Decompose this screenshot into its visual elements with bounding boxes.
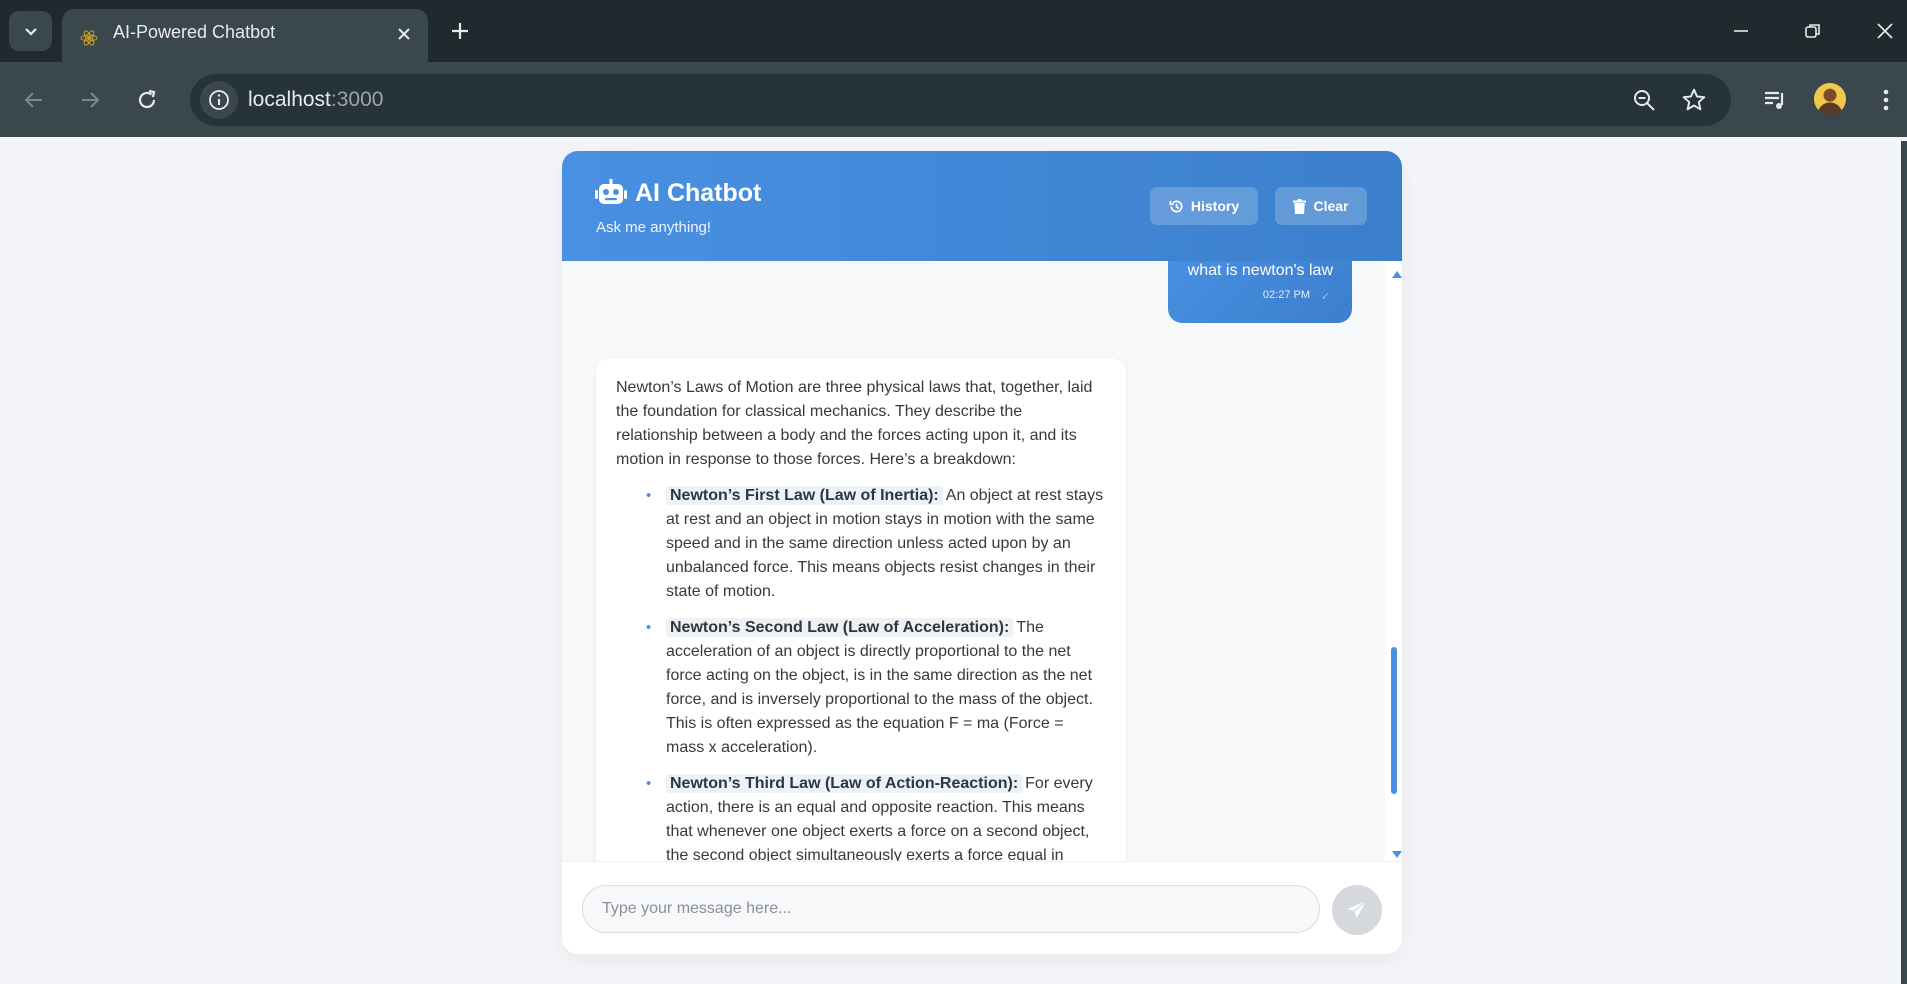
list-item: Newton’s Third Law (Law of Action-Reacti…	[646, 772, 1106, 861]
page-scrollbar[interactable]	[1901, 141, 1907, 984]
chat-header: AI Chatbot Ask me anything! History Clea…	[562, 151, 1402, 261]
history-label: History	[1190, 198, 1240, 214]
clear-label: Clear	[1313, 198, 1349, 214]
forward-button[interactable]	[72, 82, 108, 118]
list-item: Newton’s Second Law (Law of Acceleration…	[646, 616, 1106, 760]
history-icon	[1169, 199, 1183, 212]
tab-search-button[interactable]	[9, 11, 52, 51]
page-viewport: AI Chatbot Ask me anything! History Clea…	[0, 137, 1907, 984]
new-tab-button[interactable]	[445, 16, 475, 46]
paper-plane-icon	[1348, 900, 1367, 918]
user-message-text: what is newton's law	[1187, 262, 1333, 279]
tab-close-button[interactable]	[392, 22, 416, 46]
arrow-left-icon	[24, 92, 42, 108]
restore-icon	[1805, 24, 1820, 38]
browser-tab-bar: AI-Powered Chatbot	[0, 0, 1907, 62]
plus-icon	[452, 23, 468, 39]
profile-avatar[interactable]	[1814, 83, 1846, 115]
react-logo-icon	[80, 30, 98, 46]
message-input[interactable]	[582, 885, 1320, 933]
url-port: :3000	[330, 88, 384, 111]
trash-icon	[1293, 198, 1307, 214]
tab-title: AI-Powered Chatbot	[113, 22, 276, 42]
reload-button[interactable]	[129, 82, 165, 118]
browser-menu-button[interactable]	[1868, 82, 1904, 118]
message-scrollbar-thumb[interactable]	[1391, 647, 1397, 794]
site-info-button[interactable]	[200, 81, 238, 119]
list-item: Newton’s First Law (Law of Inertia):An o…	[646, 484, 1106, 604]
browser-tab[interactable]: AI-Powered Chatbot	[62, 9, 428, 62]
close-icon	[1877, 23, 1893, 39]
law-title: Newton’s Second Law (Law of Acceleration…	[666, 618, 1014, 637]
chat-window: AI Chatbot Ask me anything! History Clea…	[562, 151, 1402, 954]
star-icon	[1682, 88, 1706, 111]
chat-title: AI Chatbot	[635, 179, 762, 207]
bookmark-button[interactable]	[1680, 86, 1708, 114]
bot-message-intro: Newton’s Laws of Motion are three physic…	[616, 379, 1093, 468]
chevron-down-icon	[24, 28, 37, 36]
back-button[interactable]	[16, 82, 52, 118]
close-icon	[398, 28, 410, 40]
playlist-icon	[1765, 91, 1784, 109]
reload-icon	[138, 89, 156, 109]
user-message: what is newton's law 02:27 PM ✓	[1168, 261, 1352, 323]
url-host: localhost	[248, 88, 331, 111]
robot-icon	[595, 179, 627, 204]
minimize-icon	[1734, 30, 1748, 32]
law-list: Newton’s First Law (Law of Inertia):An o…	[616, 484, 1106, 861]
kebab-menu-icon	[1883, 89, 1889, 111]
window-close-button[interactable]	[1865, 14, 1905, 48]
zoom-out-icon	[1634, 90, 1655, 111]
address-bar[interactable]: localhost:3000	[190, 74, 1731, 126]
message-input-area	[562, 861, 1402, 954]
url-text: localhost:3000	[248, 88, 383, 112]
media-controls-button[interactable]	[1757, 82, 1793, 118]
chat-subtitle: Ask me anything!	[596, 219, 712, 236]
arrow-right-icon	[82, 92, 100, 108]
info-icon	[209, 90, 229, 110]
law-title: Newton’s Third Law (Law of Action-Reacti…	[666, 774, 1023, 793]
scroll-up-arrow-icon[interactable]	[1392, 271, 1402, 278]
minimize-button[interactable]	[1721, 14, 1761, 48]
scroll-down-arrow-icon[interactable]	[1392, 851, 1402, 858]
history-button[interactable]: History	[1150, 187, 1258, 225]
restore-button[interactable]	[1793, 14, 1833, 48]
clear-button[interactable]: Clear	[1275, 187, 1367, 225]
message-timestamp: 02:27 PM	[1262, 289, 1310, 301]
browser-toolbar: localhost:3000	[0, 62, 1907, 137]
bot-message: Newton’s Laws of Motion are three physic…	[596, 358, 1126, 861]
check-icon: ✓	[1320, 291, 1330, 303]
zoom-button[interactable]	[1630, 86, 1658, 114]
law-title: Newton’s First Law (Law of Inertia):	[666, 486, 943, 505]
message-list[interactable]: what is newton's law 02:27 PM ✓ Newton’s…	[562, 261, 1402, 861]
send-button[interactable]	[1332, 885, 1382, 935]
law-description: The acceleration of an object is directl…	[666, 619, 1093, 756]
